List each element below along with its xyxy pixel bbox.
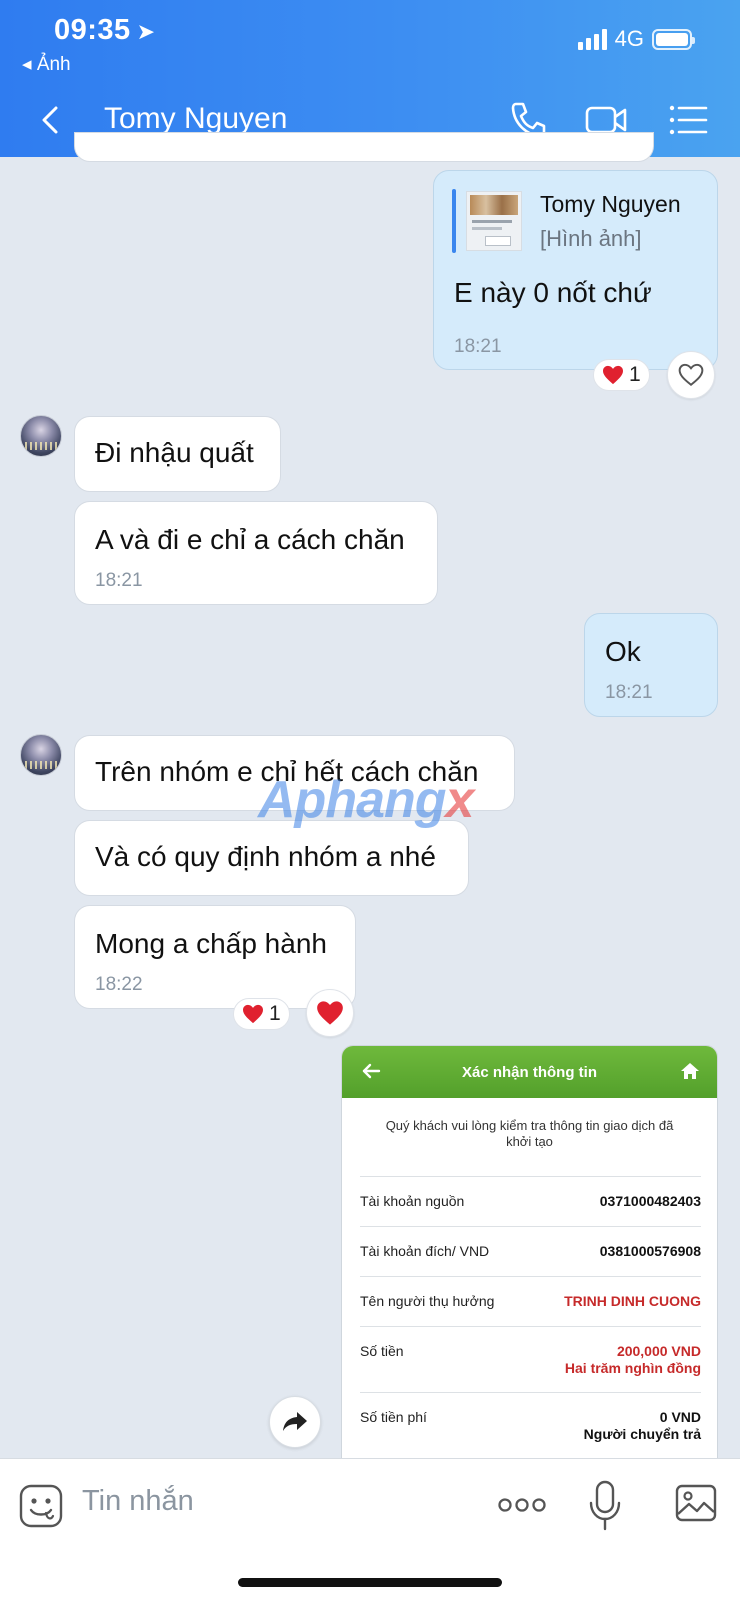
image-gallery-icon[interactable] <box>674 1481 718 1525</box>
status-time: 09:35 ➤ <box>54 14 156 46</box>
quote-bar <box>452 189 456 253</box>
bank-row: Tài khoản nguồn 0371000482403 <box>360 1176 701 1226</box>
message-bubble[interactable]: Và có quy định nhóm a nhé <box>74 820 469 896</box>
message-text: Ok <box>605 636 641 667</box>
heart-icon <box>317 1001 343 1025</box>
message-bubble[interactable]: A và đi e chỉ a cách chăn 18:21 <box>74 501 438 605</box>
message-bubble[interactable]: Đi nhậu quất <box>74 416 281 492</box>
message-input[interactable]: Tin nhắn <box>82 1485 194 1518</box>
reply-message-bubble[interactable]: Tomy Nguyen [Hình ảnh] E này 0 nốt chứ 1… <box>433 170 718 370</box>
contact-avatar[interactable] <box>20 734 62 776</box>
back-to-app-link[interactable]: ◂ Ảnh <box>22 53 71 76</box>
sticker-emoji-icon[interactable] <box>18 1483 64 1529</box>
bank-row: Số tiền phí 0 VND Người chuyển trả <box>360 1392 701 1458</box>
message-time: 18:21 <box>454 336 502 357</box>
reaction-summary[interactable]: 1 <box>593 359 650 391</box>
microphone-icon[interactable] <box>588 1479 622 1533</box>
contact-avatar[interactable] <box>20 415 62 457</box>
quote-type: [Hình ảnh] <box>540 226 642 251</box>
bank-back-arrow-icon <box>362 1063 381 1079</box>
forward-arrow-icon <box>283 1412 307 1431</box>
bank-home-icon <box>681 1063 699 1079</box>
reaction-count: 1 <box>629 363 641 386</box>
bank-title: Xác nhận thông tin <box>462 1063 597 1081</box>
heart-outline-icon <box>678 363 704 386</box>
heart-icon <box>603 365 623 385</box>
bank-intro-text: Quý khách vui lòng kiểm tra thông tin gi… <box>385 1118 674 1150</box>
home-indicator <box>238 1578 502 1587</box>
message-time: 18:22 <box>95 974 143 995</box>
heart-icon <box>243 1004 263 1024</box>
previous-message-bubble <box>74 132 654 162</box>
quoted-image-thumbnail[interactable] <box>466 191 522 251</box>
signal-icon <box>577 28 607 50</box>
quote-author: Tomy Nguyen <box>540 191 681 217</box>
status-indicators: 4G <box>577 26 695 52</box>
message-text: Đi nhậu quất <box>95 437 254 468</box>
more-options-icon[interactable] <box>497 1493 547 1517</box>
bank-row: Số tiền 200,000 VND Hai trăm nghìn đồng <box>360 1326 701 1392</box>
watermark: Aphangx <box>258 771 474 829</box>
message-bubble[interactable]: Mong a chấp hành 18:22 <box>74 905 356 1009</box>
menu-list-icon[interactable] <box>666 98 710 142</box>
contact-name[interactable]: Tomy Nguyen <box>104 102 287 136</box>
message-text: A và đi e chỉ a cách chăn <box>95 524 405 555</box>
forward-button[interactable] <box>269 1396 321 1448</box>
message-time: 18:21 <box>605 682 653 703</box>
message-text: Và có quy định nhóm a nhé <box>95 841 436 872</box>
bank-row: Tên người thụ hưởng TRINH DINH CUONG <box>360 1276 701 1326</box>
reaction-summary[interactable]: 1 <box>233 998 290 1030</box>
message-composer: Tin nhắn <box>0 1458 740 1600</box>
reaction-count: 1 <box>269 1002 281 1025</box>
bank-transfer-screenshot[interactable]: Xác nhận thông tin Quý khách vui lòng ki… <box>341 1045 718 1465</box>
network-type: 4G <box>614 26 644 51</box>
back-chevron-icon[interactable] <box>36 100 66 140</box>
message-bubble[interactable]: Ok 18:21 <box>584 613 718 717</box>
react-button[interactable] <box>306 989 354 1037</box>
message-time: 18:21 <box>95 570 143 591</box>
bank-header: Xác nhận thông tin <box>342 1046 717 1098</box>
message-text: E này 0 nốt chứ <box>454 277 652 308</box>
react-button[interactable] <box>667 351 715 399</box>
bank-row: Tài khoản đích/ VND 0381000576908 <box>360 1226 701 1276</box>
battery-icon <box>652 28 695 50</box>
message-text: Mong a chấp hành <box>95 928 327 959</box>
location-arrow-icon: ➤ <box>136 19 156 44</box>
